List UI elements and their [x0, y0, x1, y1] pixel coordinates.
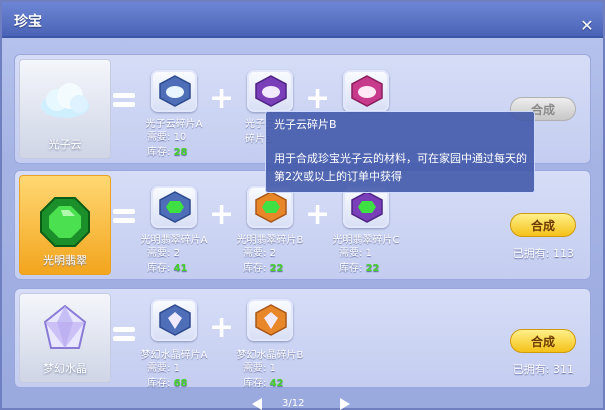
ingredient-need: 需要: 1 [243, 363, 276, 374]
plus-icon: + [305, 81, 331, 116]
equals-icon [113, 324, 135, 344]
ingredient-need: 需要: 1 [147, 363, 180, 374]
plus-icon: + [209, 81, 235, 116]
recipe-row-dream-crystal: 梦幻水晶 梦幻水晶碎片A 需要: 1 库存: 68 + 梦幻水晶碎片B 需要: … [14, 288, 591, 389]
plus-icon: + [209, 197, 235, 232]
equals-icon [113, 90, 135, 110]
next-page-icon[interactable] [340, 398, 350, 410]
owned-count: 已拥有: 311 [512, 363, 574, 376]
crystal-fragment-icon [255, 304, 287, 336]
crystal-fragment-icon [159, 304, 191, 336]
item-tooltip: 光子云碎片B 用于合成珍宝光子云的材料，可在家园中通过每天的第2次或以上的订单中… [265, 111, 535, 193]
ingredient-slot[interactable] [247, 70, 293, 112]
prev-page-icon[interactable] [252, 398, 262, 410]
treasure-portrait[interactable]: 光子云 [19, 59, 111, 159]
treasure-name: 光明翡翠 [43, 254, 87, 267]
ingredient-stock: 库存: 68 [147, 378, 188, 389]
jade-fragment-icon [351, 191, 383, 223]
ingredient-slot[interactable] [343, 70, 389, 112]
cloud-icon [41, 83, 89, 118]
ingredient-stock: 库存: 41 [147, 263, 188, 274]
ingredient-stock: 库存: 28 [147, 147, 188, 158]
craft-button[interactable]: 合成 [510, 213, 576, 237]
ingredient-need: 需要: 2 [147, 248, 180, 259]
crystal-gem-icon [43, 304, 87, 349]
tooltip-title: 光子云碎片B [274, 118, 337, 131]
equals-icon [113, 206, 135, 226]
craft-button[interactable]: 合成 [510, 329, 576, 353]
treasure-portrait[interactable]: 梦幻水晶 [19, 293, 111, 383]
ingredient-slot[interactable] [151, 70, 197, 112]
tooltip-description: 用于合成珍宝光子云的材料，可在家园中通过每天的第2次或以上的订单中获得 [274, 152, 527, 183]
title-bar: 珍宝 ✕ [2, 2, 603, 38]
plus-icon: + [305, 197, 331, 232]
cloud-fragment-icon [159, 75, 191, 107]
plus-icon: + [209, 310, 235, 345]
cloud-fragment-icon [255, 75, 287, 107]
jade-gem-icon [40, 197, 90, 247]
treasure-name: 梦幻水晶 [43, 362, 87, 375]
ingredient-need: 需要: 1 [339, 248, 372, 259]
ingredient-slot[interactable] [247, 299, 293, 341]
jade-fragment-icon [159, 191, 191, 223]
ingredient-need: 需要: 10 [147, 132, 187, 143]
jade-fragment-icon [255, 191, 287, 223]
close-icon[interactable]: ✕ [577, 16, 597, 36]
ingredient-stock: 库存: 22 [243, 263, 284, 274]
ingredient-need: 需要: 2 [243, 248, 276, 259]
cloud-fragment-icon [351, 75, 383, 107]
ingredient-stock: 库存: 22 [339, 263, 380, 274]
ingredient-stock: 库存: 42 [243, 378, 284, 389]
pager: 3/12 [2, 398, 603, 410]
window-title: 珍宝 [14, 14, 42, 30]
owned-count: 已拥有: 113 [512, 247, 574, 260]
treasure-portrait[interactable]: 光明翡翠 [19, 175, 111, 275]
ingredient-slot[interactable] [151, 299, 197, 341]
page-indicator: 3/12 [282, 398, 305, 409]
ingredient-slot[interactable] [151, 186, 197, 228]
treasure-name: 光子云 [48, 138, 82, 151]
treasure-window: 珍宝 ✕ 光子云 光子云碎片A 需要: 10 库存: 28 + 光子云碎片B +… [0, 0, 605, 410]
